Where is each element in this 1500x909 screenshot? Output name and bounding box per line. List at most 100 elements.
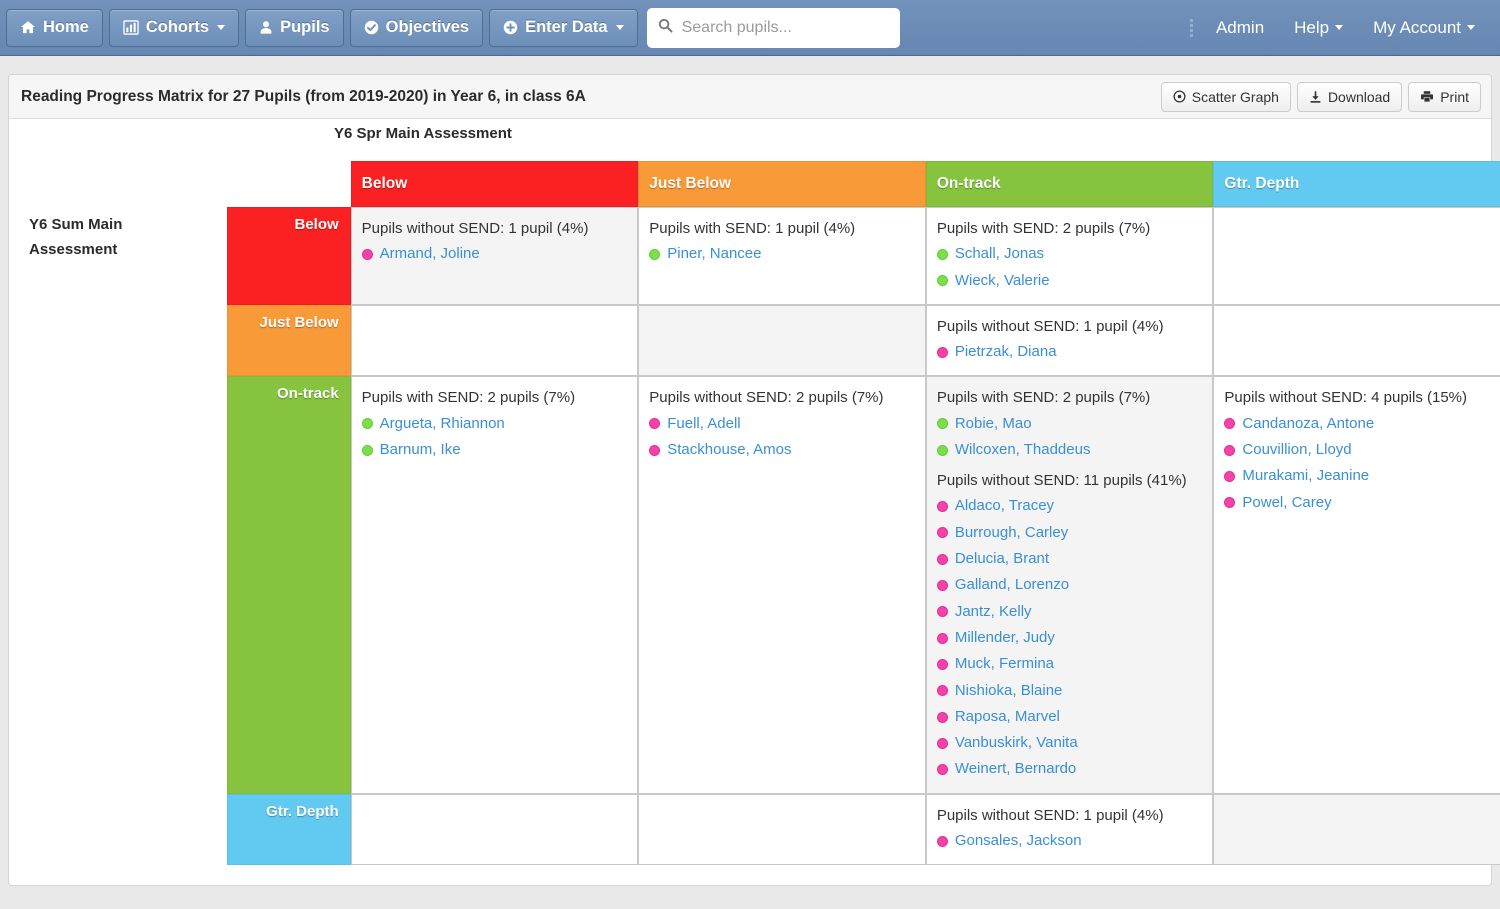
- matrix-panel: Reading Progress Matrix for 27 Pupils (f…: [8, 74, 1500, 887]
- list-item: Burrough, Carley: [936, 520, 1203, 546]
- no-send-status-dot-icon: [936, 835, 948, 847]
- pupil-link[interactable]: Stackhouse, Amos: [667, 438, 791, 462]
- nav-button-pupils[interactable]: Pupils: [245, 8, 344, 47]
- nav-button-home[interactable]: Home: [6, 8, 103, 47]
- no-send-status-dot-icon: [936, 346, 948, 358]
- matrix-cell: [350, 793, 639, 866]
- pupil-link[interactable]: Galland, Lorenzo: [955, 573, 1069, 597]
- matrix-cell: [638, 304, 926, 377]
- pupil-link[interactable]: Wilcoxen, Thaddeus: [955, 438, 1091, 462]
- matrix-corner-spacer: [21, 161, 227, 207]
- matrix-cell: Pupils without SEND: 2 pupils (7%) Fuell,…: [638, 376, 926, 794]
- matrix-cell: [638, 793, 926, 866]
- pupil-link[interactable]: Raposa, Marvel: [955, 705, 1060, 729]
- matrix-row: On-track Pupils with SEND: 2 pupils (7%) A…: [21, 376, 1500, 794]
- matrix-cell: [1213, 304, 1500, 377]
- pupil-link[interactable]: Gonsales, Jackson: [955, 829, 1082, 853]
- list-item: Schall, Jonas: [936, 241, 1203, 267]
- pupil-link[interactable]: Delucia, Brant: [955, 547, 1049, 571]
- chevron-down-icon: [217, 25, 226, 30]
- no-send-status-dot-icon: [936, 527, 948, 539]
- nav-button-label: Objectives: [385, 18, 470, 36]
- list-item: Weinert, Bernardo: [936, 756, 1203, 782]
- no-send-status-dot-icon: [1224, 444, 1236, 456]
- search-box[interactable]: [646, 7, 900, 48]
- pupil-link[interactable]: Argueta, Rhiannon: [380, 412, 505, 436]
- no-send-status-dot-icon: [936, 764, 948, 776]
- chart-bar-icon: [123, 20, 139, 35]
- pupil-link[interactable]: Murakami, Jeanine: [1242, 464, 1369, 488]
- nav-link-help[interactable]: Help: [1279, 10, 1358, 46]
- no-send-status-dot-icon: [936, 632, 948, 644]
- no-send-status-dot-icon: [936, 606, 948, 618]
- list-item: Raposa, Marvel: [936, 704, 1203, 730]
- drag-handle-icon[interactable]: [1186, 13, 1201, 43]
- scatter-graph-button[interactable]: Scatter Graph: [1160, 81, 1291, 112]
- top-navbar: Home Cohorts Pupils Objectives Enter Data Ad…: [0, 0, 1500, 56]
- pupil-link[interactable]: Weinert, Bernardo: [955, 757, 1076, 781]
- pupil-link[interactable]: Millender, Judy: [955, 626, 1055, 650]
- pupil-link[interactable]: Couvillion, Lloyd: [1242, 438, 1351, 462]
- nav-link-label: My Account: [1373, 17, 1461, 37]
- list-item: Aldaco, Tracey: [936, 493, 1203, 519]
- list-item: Armand, Joline: [361, 241, 628, 267]
- list-item: Muck, Fermina: [936, 651, 1203, 677]
- list-item: Robie, Mao: [936, 411, 1203, 437]
- list-item: Couvillion, Lloyd: [1224, 437, 1490, 463]
- pupil-link[interactable]: Candanoza, Antone: [1242, 412, 1374, 436]
- matrix-cell: Pupils without SEND: 4 pupils (15%) Canda…: [1213, 376, 1500, 794]
- x-axis-label: Y6 Spr Main Assessment: [334, 125, 512, 142]
- pupil-list: Aldaco, Tracey Burrough, Carley Delucia, B…: [936, 493, 1203, 782]
- nav-button-cohorts[interactable]: Cohorts: [108, 8, 240, 47]
- download-button[interactable]: Download: [1296, 81, 1403, 112]
- pupil-link[interactable]: Armand, Joline: [380, 242, 480, 266]
- pupil-link[interactable]: Fuell, Adell: [667, 412, 740, 436]
- pupil-link[interactable]: Wieck, Valerie: [955, 269, 1050, 293]
- no-send-status-dot-icon: [936, 711, 948, 723]
- print-label: Print: [1440, 88, 1469, 105]
- nav-link-admin[interactable]: Admin: [1201, 10, 1279, 46]
- matrix-cell: [1213, 207, 1500, 305]
- pupil-link[interactable]: Nishioka, Blaine: [955, 679, 1063, 703]
- pupil-link[interactable]: Aldaco, Tracey: [955, 494, 1054, 518]
- nav-button-label: Cohorts: [145, 18, 210, 36]
- pupil-link[interactable]: Piner, Nancee: [667, 242, 761, 266]
- pupil-link[interactable]: Schall, Jonas: [955, 242, 1044, 266]
- nav-button-label: Pupils: [280, 18, 330, 36]
- printer-icon: [1420, 90, 1434, 103]
- pupil-link[interactable]: Barnum, Ike: [380, 438, 461, 462]
- nav-button-enter-data[interactable]: Enter Data: [489, 8, 638, 47]
- send-status-dot-icon: [936, 444, 948, 456]
- pupil-link[interactable]: Muck, Fermina: [955, 652, 1054, 676]
- nav-button-objectives[interactable]: Objectives: [349, 8, 484, 47]
- progress-matrix-table: Below Just Below On-track Gtr. Depth Below P…: [21, 161, 1500, 866]
- send-status-dot-icon: [936, 418, 948, 430]
- list-item: Nishioka, Blaine: [936, 678, 1203, 704]
- list-item: Candanoza, Antone: [1224, 411, 1490, 437]
- matrix-row-spacer: [21, 207, 227, 865]
- no-send-status-dot-icon: [936, 553, 948, 565]
- nav-link-my-account[interactable]: My Account: [1358, 10, 1490, 46]
- pupil-link[interactable]: Pietrzak, Diana: [955, 340, 1057, 364]
- pupil-link[interactable]: Burrough, Carley: [955, 521, 1068, 545]
- pupil-link[interactable]: Powel, Carey: [1242, 491, 1331, 515]
- print-button[interactable]: Print: [1408, 81, 1481, 112]
- cell-group-heading: Pupils without SEND: 1 pupil (4%): [936, 317, 1164, 335]
- list-item: Jantz, Kelly: [936, 599, 1203, 625]
- pupil-link[interactable]: Robie, Mao: [955, 412, 1032, 436]
- send-status-dot-icon: [936, 248, 948, 260]
- download-icon: [1309, 90, 1322, 104]
- pupil-link[interactable]: Vanbuskirk, Vanita: [955, 731, 1078, 755]
- send-status-dot-icon: [649, 248, 661, 260]
- panel-header: Reading Progress Matrix for 27 Pupils (f…: [9, 75, 1491, 119]
- matrix-cell: Pupils with SEND: 2 pupils (7%) Argueta, …: [350, 376, 639, 794]
- no-send-status-dot-icon: [936, 737, 948, 749]
- list-item: Powel, Carey: [1224, 490, 1490, 516]
- cell-group-heading: Pupils with SEND: 2 pupils (7%): [936, 389, 1151, 407]
- list-item: Gonsales, Jackson: [936, 828, 1203, 854]
- cell-group-heading: Pupils with SEND: 1 pupil (4%): [649, 220, 856, 237]
- pupil-list: Armand, Joline: [361, 241, 628, 267]
- pupil-link[interactable]: Jantz, Kelly: [955, 600, 1032, 624]
- search-input[interactable]: [646, 7, 900, 48]
- list-item: Argueta, Rhiannon: [361, 411, 628, 437]
